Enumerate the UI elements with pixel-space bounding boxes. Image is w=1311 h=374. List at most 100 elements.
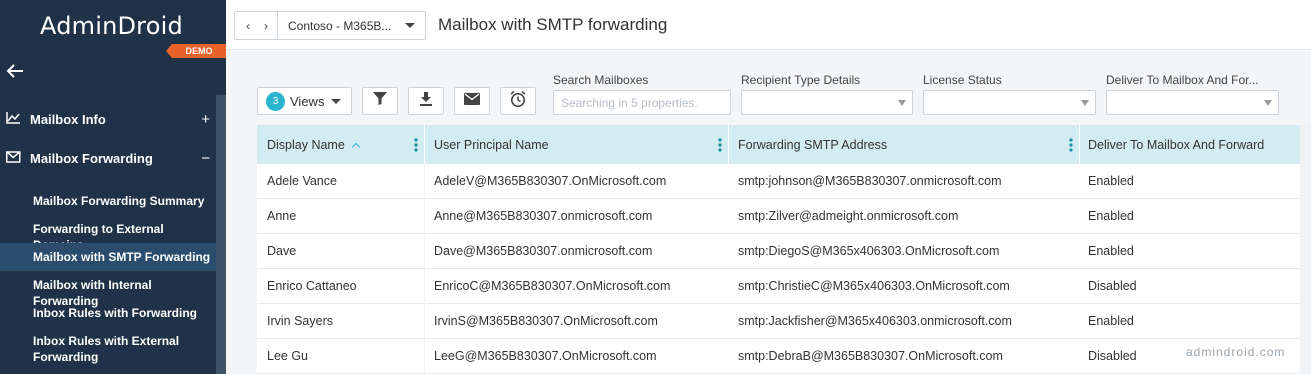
tenant-selector[interactable]: ‹ › Contoso - M365B...	[234, 11, 426, 40]
cell-divider	[424, 199, 425, 234]
sidebar-scrollbar[interactable]	[216, 95, 226, 374]
column-menu-icon[interactable]	[414, 138, 418, 155]
cell-user-principal-name: IrvinS@M365B830307.OnMicrosoft.com	[434, 314, 658, 328]
filter-icon	[373, 92, 387, 110]
sidebar-group-label: Mailbox Forwarding	[30, 150, 153, 166]
column-header-label: Display Name	[267, 137, 345, 152]
cell-user-principal-name: Dave@M365B830307.onmicrosoft.com	[434, 244, 653, 258]
license-status-label: License Status	[923, 73, 1002, 87]
caret-down-icon	[331, 98, 342, 104]
caret-down-icon	[1081, 100, 1089, 106]
recipient-type-label: Recipient Type Details	[741, 73, 861, 87]
cell-user-principal-name: Anne@M365B830307.onmicrosoft.com	[434, 209, 653, 223]
demo-badge: DEMO	[166, 44, 226, 58]
license-status-select[interactable]	[923, 90, 1096, 115]
cell-forwarding-smtp-address: smtp:ChristieC@M365x406303.OnMicrosoft.c…	[738, 279, 1010, 293]
cell-deliver-to-mailbox: Disabled	[1088, 349, 1137, 363]
collapse-toggle[interactable]: −	[201, 150, 210, 167]
sidebar-item-mailbox-internal-forwarding[interactable]: Mailbox with Internal Forwarding	[0, 270, 216, 308]
sidebar-group-label: Mailbox Info	[30, 111, 106, 127]
cell-divider	[424, 234, 425, 269]
cell-divider	[424, 304, 425, 339]
divider	[277, 12, 278, 39]
cell-deliver-to-mailbox: Enabled	[1088, 209, 1134, 223]
cell-forwarding-smtp-address: smtp:Zilver@admeight.onmicrosoft.com	[738, 209, 959, 223]
table-header-row: Display Name User Principal Name Forward…	[257, 125, 1311, 164]
envelope-forward-icon	[6, 150, 24, 166]
views-dropdown-button[interactable]: 3 Views	[257, 87, 352, 115]
cell-display-name: Enrico Cattaneo	[267, 279, 357, 293]
table-scroll-edge	[1300, 125, 1311, 374]
schedule-button[interactable]	[500, 87, 536, 115]
page-title: Mailbox with SMTP forwarding	[438, 15, 668, 34]
arrow-left-icon[interactable]	[6, 62, 24, 85]
table-row[interactable]: Irvin Sayers IrvinS@M365B830307.OnMicroso…	[257, 304, 1311, 339]
caret-down-icon	[1264, 100, 1272, 106]
sidebar-item-inbox-rules-forwarding[interactable]: Inbox Rules with Forwarding	[0, 298, 216, 328]
email-report-button[interactable]	[454, 87, 490, 115]
sidebar-item-mailbox-smtp-forwarding[interactable]: Mailbox with SMTP Forwarding	[0, 243, 216, 271]
cell-display-name: Dave	[267, 244, 297, 258]
table-row[interactable]: Adele Vance AdeleV@M365B830307.OnMicrosof…	[257, 164, 1311, 199]
cell-user-principal-name: EnricoC@M365B830307.OnMicrosoft.com	[434, 279, 671, 293]
deliver-to-mailbox-label: Deliver To Mailbox And For...	[1106, 73, 1259, 87]
table-row[interactable]: Anne Anne@M365B830307.onmicrosoft.com smtp…	[257, 199, 1311, 234]
caret-down-icon	[405, 23, 415, 28]
column-header-display-name[interactable]: Display Name	[257, 125, 424, 164]
cell-divider	[424, 269, 425, 304]
email-icon	[464, 92, 480, 110]
watermark: admindroid.com	[1186, 345, 1286, 359]
cell-deliver-to-mailbox: Enabled	[1088, 244, 1134, 258]
cell-user-principal-name: AdeleV@M365B830307.OnMicrosoft.com	[434, 174, 667, 188]
cell-forwarding-smtp-address: smtp:DebraB@M365B830307.OnMicrosoft.com	[738, 349, 1003, 363]
table-row[interactable]: Dave Dave@M365B830307.onmicrosoft.com smtp…	[257, 234, 1311, 269]
column-header-forwarding-smtp-address[interactable]: Forwarding SMTP Address	[729, 125, 1079, 164]
deliver-to-mailbox-select[interactable]	[1106, 90, 1279, 115]
results-table: Display Name User Principal Name Forward…	[257, 125, 1311, 374]
sidebar-item-inbox-rules-external-forwarding[interactable]: Inbox Rules with External Forwarding	[0, 333, 216, 369]
column-header-user-principal-name[interactable]: User Principal Name	[425, 125, 728, 164]
column-menu-icon[interactable]	[1069, 138, 1073, 155]
expand-toggle[interactable]: +	[201, 111, 210, 128]
views-label: Views	[290, 93, 325, 109]
cell-user-principal-name: LeeG@M365B830307.OnMicrosoft.com	[434, 349, 657, 363]
cell-display-name: Lee Gu	[267, 349, 309, 363]
table-body: Adele Vance AdeleV@M365B830307.OnMicrosof…	[257, 164, 1311, 374]
tenant-name: Contoso - M365B...	[288, 18, 392, 33]
chevron-left-icon[interactable]: ‹	[239, 19, 257, 33]
chart-line-icon	[6, 111, 24, 127]
cell-display-name: Adele Vance	[267, 174, 337, 188]
admindroid-logo[interactable]: AdminDroid	[40, 12, 183, 40]
table-row[interactable]: Lee Gu LeeG@M365B830307.OnMicrosoft.com sm…	[257, 339, 1311, 374]
sort-ascending-icon[interactable]	[351, 142, 361, 151]
column-header-deliver-to-mailbox[interactable]: Deliver To Mailbox And Forward	[1080, 125, 1311, 164]
alarm-clock-icon	[509, 90, 527, 113]
cell-divider	[424, 164, 425, 199]
cell-deliver-to-mailbox: Disabled	[1088, 279, 1137, 293]
cell-forwarding-smtp-address: smtp:DiegoS@M365x406303.OnMicrosoft.com	[738, 244, 1000, 258]
download-icon	[419, 91, 433, 111]
column-header-label: Deliver To Mailbox And Forward	[1088, 137, 1265, 152]
column-header-label: Forwarding SMTP Address	[738, 137, 888, 152]
export-button[interactable]	[408, 87, 444, 115]
cell-deliver-to-mailbox: Enabled	[1088, 174, 1134, 188]
caret-down-icon	[898, 100, 906, 106]
cell-divider	[424, 339, 425, 374]
search-input[interactable]	[553, 90, 731, 115]
views-count-badge: 3	[266, 91, 285, 111]
cell-forwarding-smtp-address: smtp:johnson@M365B830307.onmicrosoft.com	[738, 174, 1002, 188]
recipient-type-select[interactable]	[741, 90, 913, 115]
filter-button[interactable]	[362, 87, 398, 115]
sidebar-item-mailbox-forwarding-summary[interactable]: Mailbox Forwarding Summary	[0, 186, 216, 216]
search-mailboxes-label: Search Mailboxes	[553, 73, 649, 87]
sidebar: AdminDroid DEMO Mailbox Info + Mailbox F…	[0, 0, 226, 374]
sidebar-group-mailbox-info[interactable]: Mailbox Info +	[0, 106, 216, 132]
column-menu-icon[interactable]	[718, 138, 722, 155]
sidebar-group-mailbox-forwarding[interactable]: Mailbox Forwarding −	[0, 145, 216, 171]
cell-display-name: Irvin Sayers	[267, 314, 333, 328]
cell-display-name: Anne	[267, 209, 297, 223]
cell-forwarding-smtp-address: smtp:Jackfisher@M365x406303.onmicrosoft.…	[738, 314, 1012, 328]
table-row[interactable]: Enrico Cattaneo EnricoC@M365B830307.OnMic…	[257, 269, 1311, 304]
sidebar-item-forwarding-external-domains[interactable]: Forwarding to External Domains	[0, 214, 216, 252]
chevron-right-icon[interactable]: ›	[257, 19, 275, 33]
